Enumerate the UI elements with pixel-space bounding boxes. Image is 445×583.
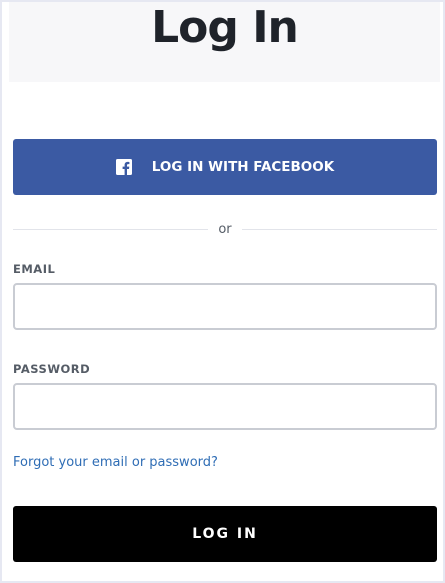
facebook-icon xyxy=(115,159,132,175)
facebook-login-button[interactable]: LOG IN WITH FACEBOOK xyxy=(13,139,437,195)
header: Log In xyxy=(9,2,440,82)
email-label: EMAIL xyxy=(13,262,56,276)
forgot-credentials-link[interactable]: Forgot your email or password? xyxy=(13,455,218,470)
password-field[interactable] xyxy=(13,383,437,430)
email-field[interactable] xyxy=(13,283,437,330)
page-title: Log In xyxy=(151,2,299,53)
login-panel: Log In LOG IN WITH FACEBOOK or EMAIL PAS… xyxy=(0,0,445,583)
divider-line-left xyxy=(13,228,209,230)
or-divider: or xyxy=(13,221,437,237)
facebook-login-label: LOG IN WITH FACEBOOK xyxy=(151,159,335,175)
login-button[interactable]: LOG IN xyxy=(13,506,437,562)
divider-text: or xyxy=(218,221,232,237)
divider-line-right xyxy=(241,228,437,230)
login-button-label: LOG IN xyxy=(192,526,258,542)
password-label: PASSWORD xyxy=(13,362,91,376)
